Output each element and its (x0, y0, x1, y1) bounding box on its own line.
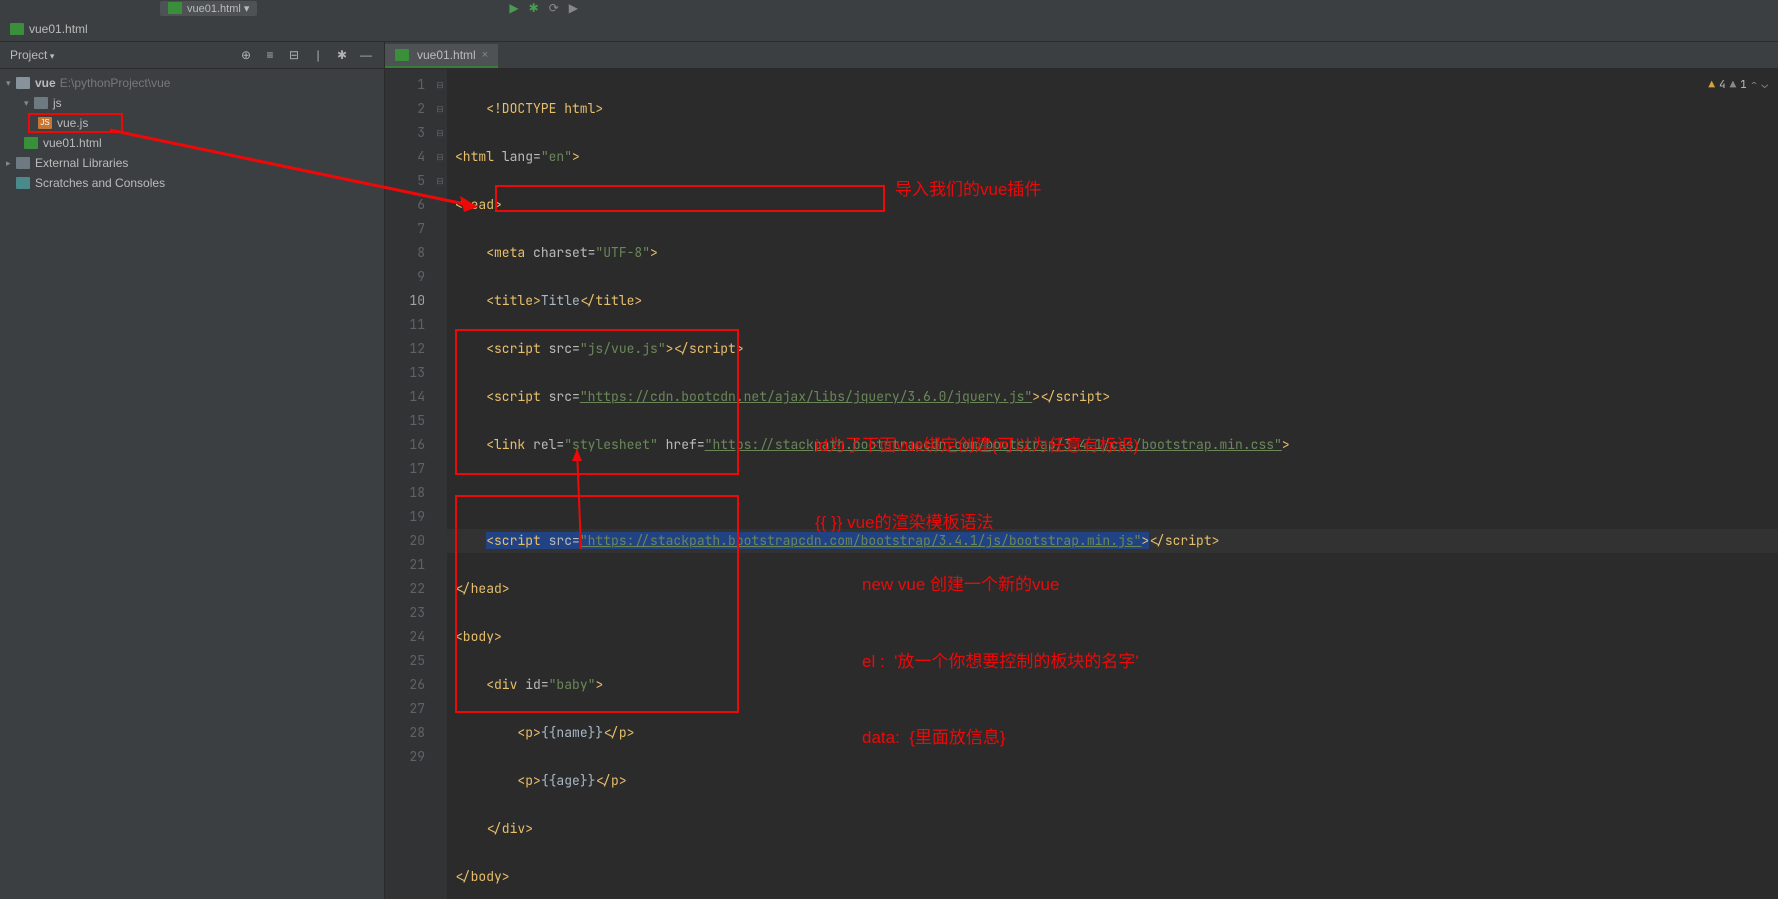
expand-all-icon[interactable]: ≡ (262, 47, 278, 63)
html-file-icon (24, 137, 38, 149)
annotation-text-3: new vue 创建一个新的vue el : '放一个你想要控制的板块的名字' … (862, 521, 1139, 802)
fold-gutter[interactable]: ⊟⊟⊟⊟⊟ (433, 69, 447, 899)
divider: | (310, 47, 326, 63)
top-toolbar: vue01.html ▾ ▶ ✱ ⟳ ▶ (0, 0, 1778, 16)
html-icon (395, 49, 409, 61)
tree-external-libs[interactable]: ▸ External Libraries (0, 153, 384, 173)
tree-label: Scratches and Consoles (35, 176, 165, 190)
profile-icon[interactable]: ▶ (569, 1, 578, 15)
project-sidebar: Project ⊕ ≡ ⊟ | ✱ — ▾ vue E:\pythonProje… (0, 42, 385, 899)
close-icon[interactable]: × (482, 49, 488, 61)
project-header: Project ⊕ ≡ ⊟ | ✱ — (0, 42, 384, 69)
coverage-icon[interactable]: ⟳ (549, 1, 559, 15)
chevron-down-icon[interactable]: ▾ (6, 78, 16, 89)
folder-icon (16, 77, 30, 89)
tree-label: External Libraries (35, 156, 128, 170)
tree-file-label: vue01.html (43, 136, 102, 150)
tree-file-vue01[interactable]: vue01.html (0, 133, 384, 153)
locate-icon[interactable]: ⊕ (238, 47, 254, 63)
tree-root[interactable]: ▾ vue E:\pythonProject\vue (0, 73, 384, 93)
tree-folder-label: js (53, 96, 62, 110)
line-gutter[interactable]: 1234567891011121314151617181920212223242… (385, 69, 433, 899)
tab-label: vue01.html (417, 48, 476, 62)
scratch-icon (16, 177, 30, 189)
warning-icon: ▲ (1708, 73, 1715, 97)
project-tree[interactable]: ▾ vue E:\pythonProject\vue ▾ js JS vue.j… (0, 69, 384, 197)
code-area[interactable]: <!DOCTYPE html> <html lang="en"> <head> … (447, 69, 1778, 899)
editor-panel: vue01.html × 123456789101112131415161718… (385, 42, 1778, 899)
inspection-status[interactable]: ▲4 ▲1 ⌃⌄ (1708, 73, 1768, 97)
tree-file-vuejs[interactable]: JS vue.js (28, 113, 123, 133)
run-icon[interactable]: ▶ (509, 1, 518, 15)
weak-warning-icon: ▲ (1730, 73, 1737, 97)
tree-folder-js[interactable]: ▾ js (0, 93, 384, 113)
collapse-all-icon[interactable]: ⊟ (286, 47, 302, 63)
breadcrumb: vue01.html (0, 16, 1778, 42)
js-file-icon: JS (38, 117, 52, 129)
project-title[interactable]: Project (10, 48, 54, 62)
editor-tabs: vue01.html × (385, 42, 1778, 69)
hide-icon[interactable]: — (358, 47, 374, 63)
library-icon (16, 157, 30, 169)
html-icon (168, 2, 182, 14)
settings-icon[interactable]: ✱ (334, 47, 350, 63)
folder-icon (34, 97, 48, 109)
tree-root-path: E:\pythonProject\vue (60, 76, 171, 90)
run-config-dropdown[interactable]: vue01.html ▾ (160, 1, 257, 16)
html-icon (10, 23, 24, 35)
tree-file-label: vue.js (57, 116, 88, 130)
chevron-down-icon[interactable]: ▾ (24, 98, 34, 109)
tree-root-label: vue (35, 76, 56, 90)
run-config-label: vue01.html ▾ (187, 2, 249, 15)
editor-tab-vue01[interactable]: vue01.html × (385, 44, 498, 68)
chevron-right-icon[interactable]: ▸ (6, 158, 16, 169)
tree-scratches[interactable]: Scratches and Consoles (0, 173, 384, 193)
run-toolbar-icons: ▶ ✱ ⟳ ▶ (509, 1, 1778, 15)
debug-icon[interactable]: ✱ (529, 1, 539, 15)
breadcrumb-file[interactable]: vue01.html (29, 22, 88, 36)
